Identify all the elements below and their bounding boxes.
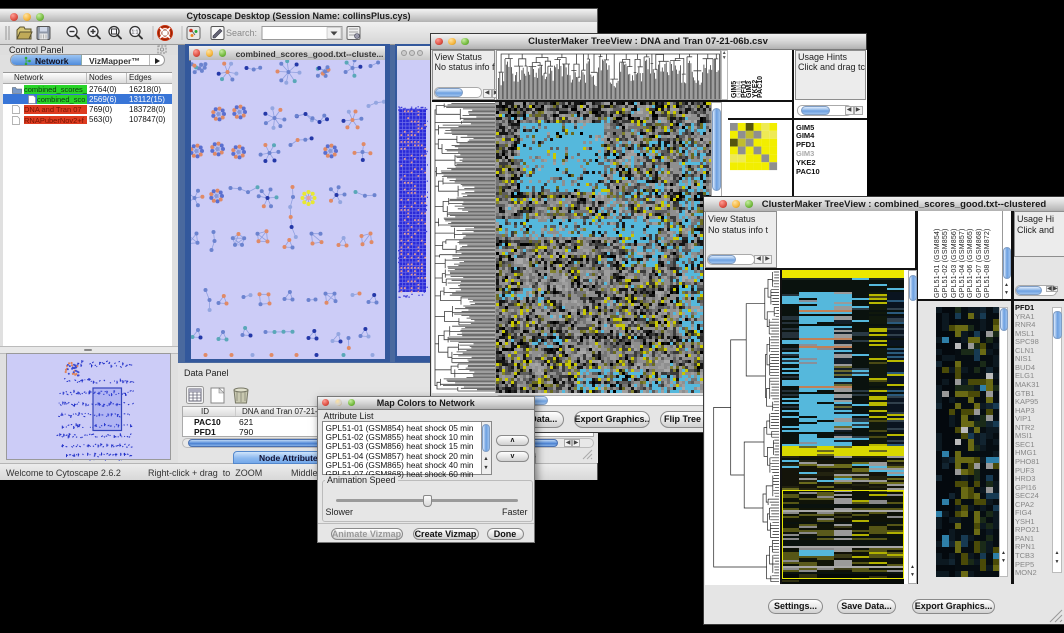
svg-text:1:1: 1:1	[132, 30, 139, 36]
svg-text:Search:: Search:	[226, 28, 257, 38]
